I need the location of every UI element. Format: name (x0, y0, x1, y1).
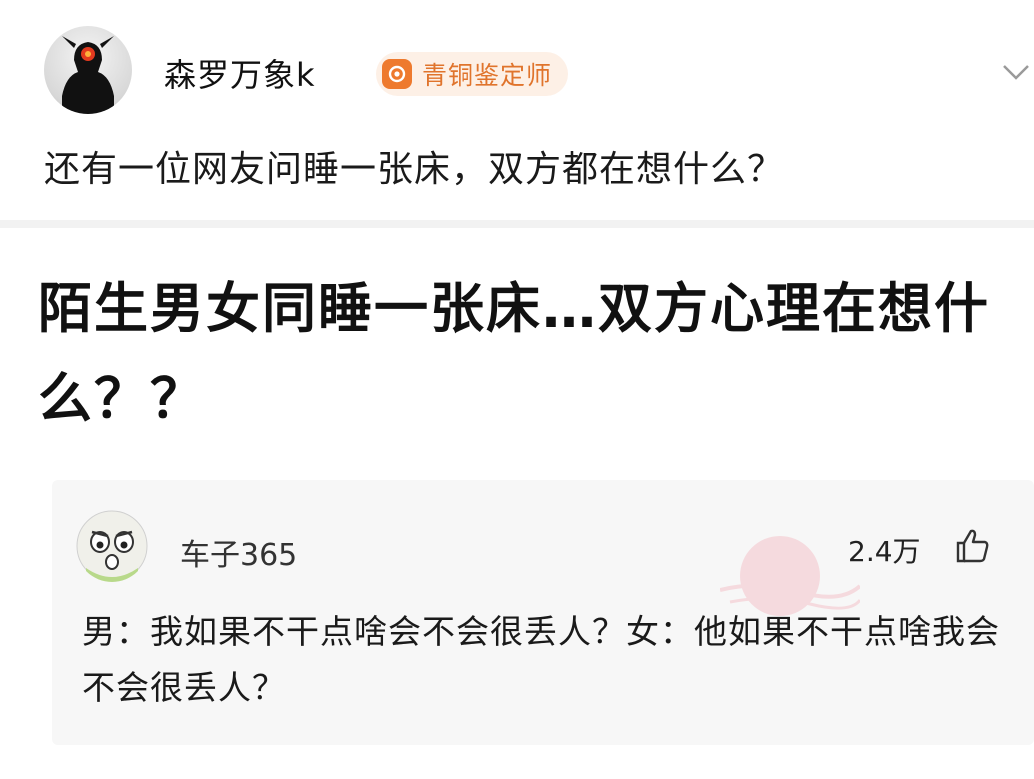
author-avatar[interactable] (44, 26, 132, 114)
author-badge[interactable]: 青铜鉴定师 (376, 52, 569, 96)
chevron-down-icon[interactable] (992, 58, 1034, 88)
bronze-badge-icon (382, 59, 412, 89)
badge-label: 青铜鉴定师 (422, 61, 553, 90)
card-headline: 陌生男女同睡一张床…双方心理在想什么？？ (38, 277, 990, 430)
section-divider (0, 220, 1034, 228)
comment-text: 男：我如果不干点啥会不会很丢人？女：他如果不干点啥我会不会很丢人？ (82, 612, 1000, 707)
quoted-card[interactable]: 陌生男女同睡一张床…双方心理在想什么？？ 车子365 2.4万 男：我如果不干点… (0, 228, 1034, 779)
thumbs-up-icon[interactable] (952, 526, 992, 566)
comment-username[interactable]: 车子365 (180, 530, 297, 574)
like-count: 2.4万 (848, 535, 921, 568)
post-header: 森罗万象k 青铜鉴定师 还有一位网友问睡一张床，双方都在想什么？ (0, 0, 1034, 220)
comment-box: 车子365 2.4万 男：我如果不干点啥会不会很丢人？女：他如果不干点啥我会不会… (52, 480, 1034, 745)
comment-avatar[interactable] (76, 510, 148, 582)
post-text: 还有一位网友问睡一张床，双方都在想什么？ (44, 149, 785, 190)
author-name[interactable]: 森罗万象k (164, 50, 316, 96)
